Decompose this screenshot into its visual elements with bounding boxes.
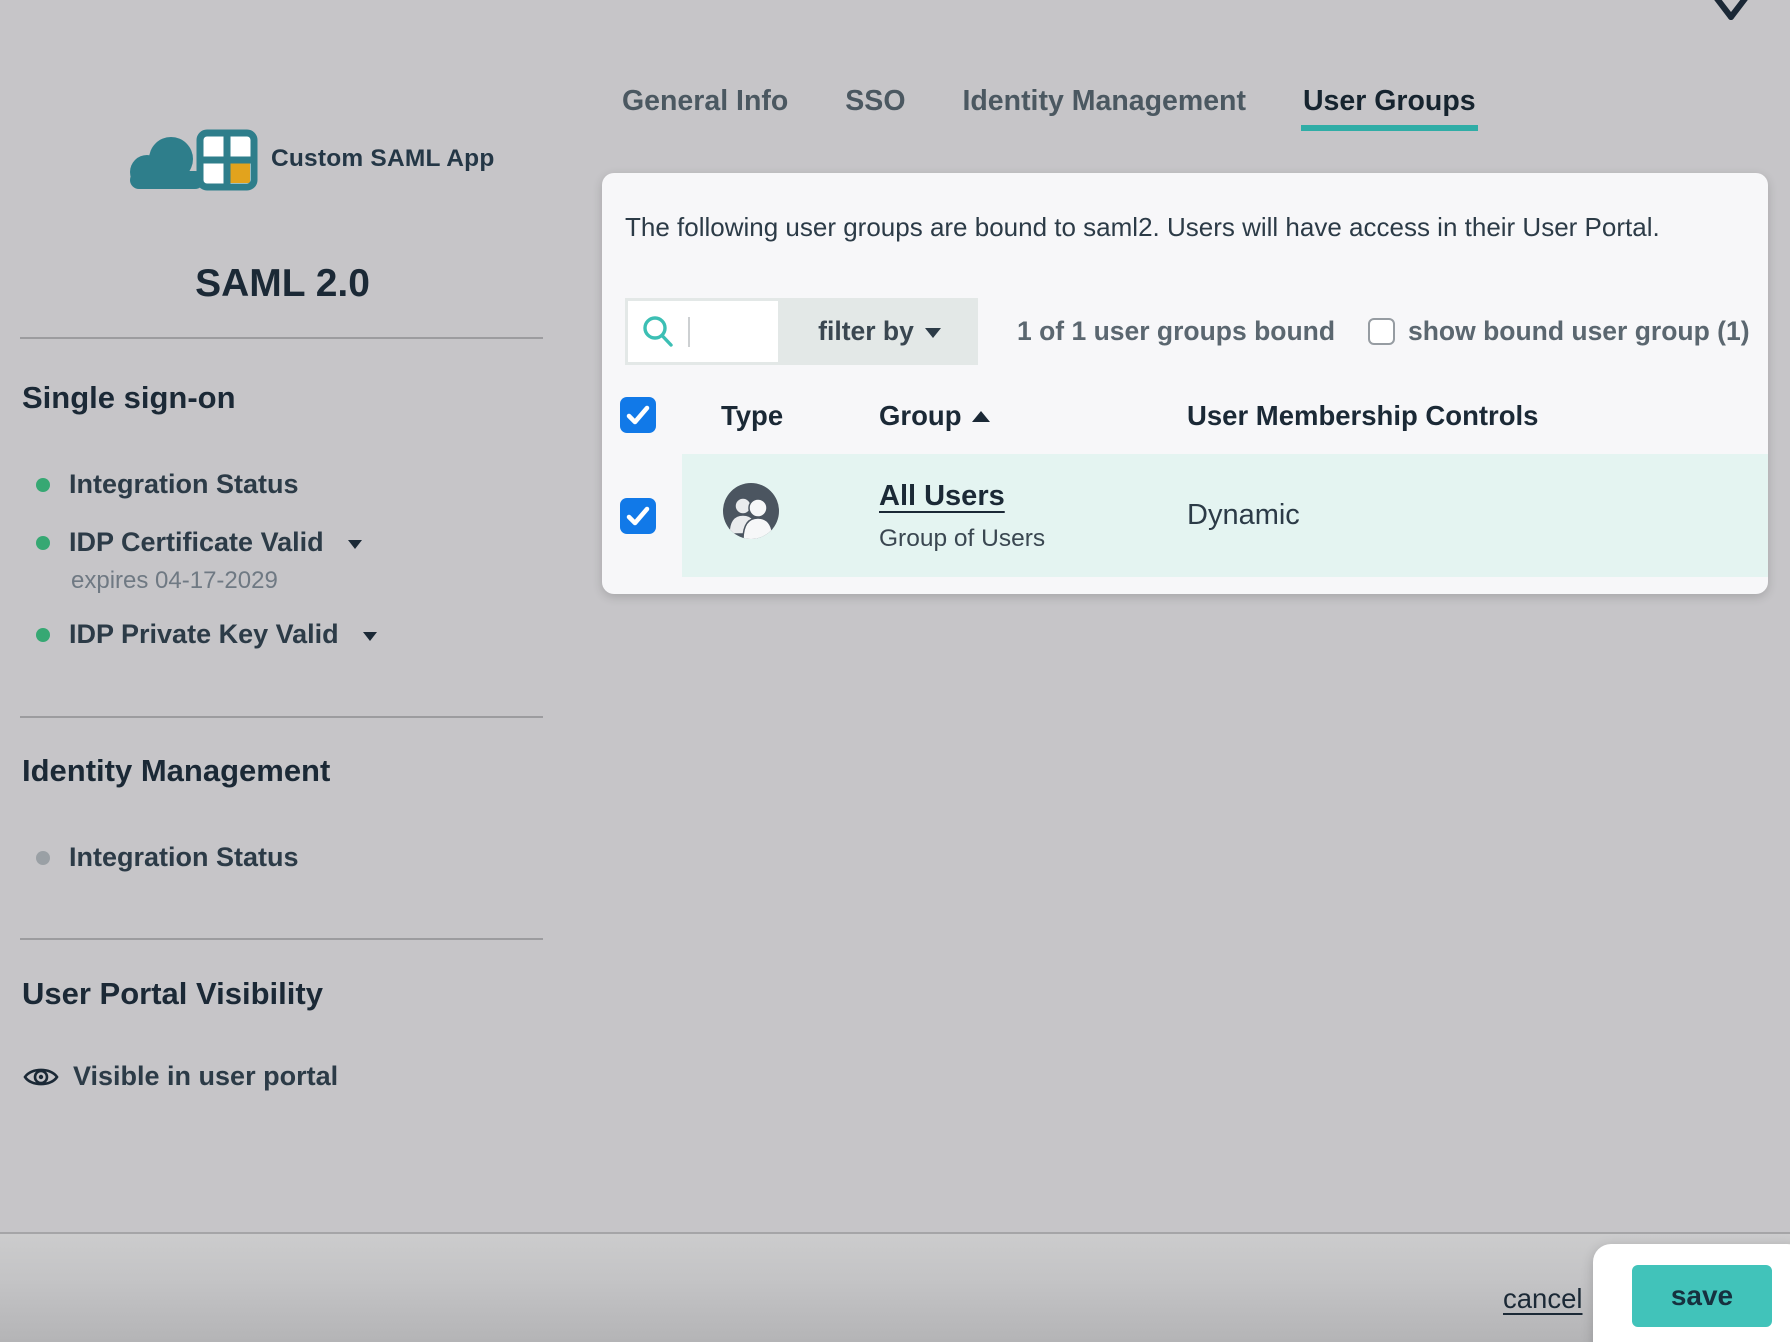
sso-integration-status-label: Integration Status [69, 469, 299, 500]
checkmark-icon [625, 402, 651, 428]
show-bound-label: show bound user group (1) [1408, 316, 1750, 347]
sidebar-divider [20, 337, 543, 339]
row-checkbox[interactable] [620, 498, 656, 534]
tab-user-groups[interactable]: User Groups [1303, 85, 1476, 131]
sso-section-heading: Single sign-on [22, 380, 236, 416]
column-header-type-label: Type [721, 400, 783, 432]
filter-by-label: filter by [818, 316, 914, 347]
status-dot-green-icon [36, 628, 50, 642]
im-integration-status: Integration Status [36, 842, 299, 873]
sidebar-title: SAML 2.0 [20, 262, 545, 306]
column-header-group[interactable]: Group [879, 397, 990, 434]
visible-in-user-portal: Visible in user portal [22, 1061, 338, 1092]
column-header-membership-label: User Membership Controls [1187, 400, 1538, 432]
membership-value: Dynamic [1187, 454, 1300, 577]
save-button[interactable]: save [1632, 1265, 1772, 1327]
user-groups-panel: The following user groups are bound to s… [602, 173, 1768, 594]
identity-management-heading: Identity Management [22, 753, 330, 789]
save-button-highlight: save [1593, 1244, 1790, 1342]
idp-private-key-label: IDP Private Key Valid [69, 619, 339, 650]
status-dot-gray-icon [36, 851, 50, 865]
eye-icon [22, 1063, 60, 1091]
visible-in-user-portal-label: Visible in user portal [73, 1061, 338, 1092]
idp-certificate-item[interactable]: IDP Certificate Valid [36, 527, 362, 558]
sort-ascending-icon [972, 411, 990, 422]
chevron-down-icon[interactable] [363, 632, 377, 641]
close-icon[interactable] [1702, 0, 1760, 20]
column-header-group-label: Group [879, 400, 962, 432]
im-integration-status-label: Integration Status [69, 842, 299, 873]
saml-app-modal: General Info SSO Identity Management Use… [0, 0, 1790, 1342]
show-bound-toggle: show bound user group (1) [1368, 298, 1750, 365]
user-portal-visibility-heading: User Portal Visibility [22, 976, 323, 1012]
tab-general-info[interactable]: General Info [622, 85, 788, 131]
idp-certificate-expiry: expires 04-17-2029 [71, 567, 278, 595]
bound-count-text: 1 of 1 user groups bound [1017, 298, 1335, 365]
tab-identity-management[interactable]: Identity Management [962, 85, 1245, 131]
search-icon [641, 315, 675, 349]
select-all-checkbox[interactable] [620, 397, 656, 433]
status-dot-green-icon [36, 536, 50, 550]
idp-certificate-label: IDP Certificate Valid [69, 527, 324, 558]
sso-integration-status: Integration Status [36, 469, 299, 500]
sidebar-divider [20, 716, 543, 718]
filter-by-dropdown[interactable]: filter by [781, 298, 978, 365]
sidebar-divider [20, 938, 543, 940]
app-logo: Custom SAML App [118, 126, 495, 192]
column-header-type: Type [721, 397, 783, 434]
tab-sso[interactable]: SSO [845, 85, 905, 131]
chevron-down-icon [925, 328, 941, 338]
search-filter-bar: filter by [625, 298, 978, 365]
idp-private-key-item[interactable]: IDP Private Key Valid [36, 619, 377, 650]
search-input[interactable] [690, 317, 778, 346]
cloud-grid-logo-icon [118, 126, 258, 192]
status-dot-green-icon [36, 478, 50, 492]
user-group-avatar-icon [722, 482, 780, 540]
panel-description: The following user groups are bound to s… [625, 212, 1660, 243]
app-logo-label: Custom SAML App [271, 145, 495, 173]
checkmark-icon [625, 503, 651, 529]
group-type-label: Group of Users [879, 525, 1045, 553]
chevron-down-icon[interactable] [348, 540, 362, 549]
tab-bar: General Info SSO Identity Management Use… [622, 85, 1476, 131]
column-header-membership: User Membership Controls [1187, 397, 1538, 434]
search-box[interactable] [628, 301, 778, 362]
show-bound-checkbox[interactable] [1368, 318, 1395, 345]
group-name-link[interactable]: All Users [879, 480, 1005, 513]
cancel-button[interactable]: cancel [1503, 1283, 1583, 1315]
